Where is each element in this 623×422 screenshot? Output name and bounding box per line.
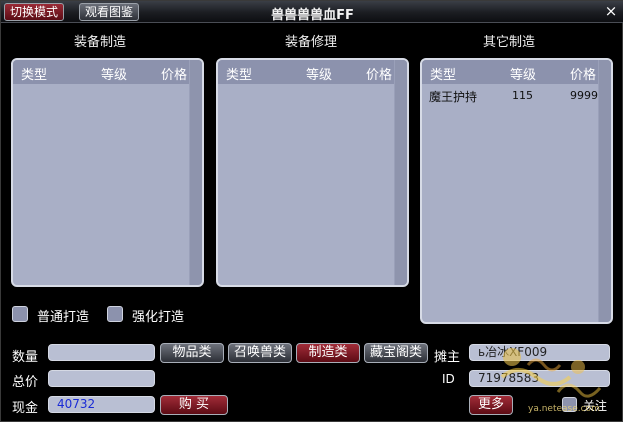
watermark-graphic: ya.netease.com [500, 348, 602, 414]
list-item[interactable]: 魔王护持 115 9999 [422, 86, 598, 106]
buy-button[interactable]: 购 买 [160, 395, 228, 415]
quantity-field[interactable] [48, 344, 155, 361]
section-title-other-make: 其它制造 [482, 35, 535, 50]
scrollbar[interactable] [598, 60, 611, 322]
header-level: 等级 [510, 68, 537, 83]
other-make-list[interactable]: 类型 等级 价格 魔王护持 115 9999 [420, 58, 613, 324]
items-category-button[interactable]: 物品类 [160, 343, 224, 363]
scrollbar[interactable] [189, 60, 202, 285]
list-header: 类型 等级 价格 [218, 60, 407, 84]
header-price: 价格 [366, 68, 393, 83]
quantity-label: 数量 [12, 350, 39, 365]
summon-category-button[interactable]: 召唤兽类 [228, 343, 292, 363]
owner-label: 摊主 [434, 350, 461, 365]
cash-field: 40732 [48, 396, 155, 413]
id-label: ID [442, 372, 455, 386]
equip-make-list[interactable]: 类型 等级 价格 [11, 58, 204, 287]
enhanced-forge-checkbox[interactable] [107, 306, 123, 322]
window-title: 兽兽兽兽血FF [271, 8, 354, 23]
item-price: 9999 [570, 89, 598, 102]
total-label: 总价 [12, 375, 39, 390]
item-level: 115 [512, 89, 533, 102]
normal-forge-label: 普通打造 [37, 310, 90, 325]
close-icon[interactable]: × [604, 3, 618, 19]
item-type: 魔王护持 [429, 90, 478, 104]
header-level: 等级 [306, 68, 333, 83]
header-level: 等级 [101, 68, 128, 83]
craft-category-button[interactable]: 制造类 [296, 343, 360, 363]
header-type: 类型 [430, 68, 457, 83]
cash-label: 现金 [12, 401, 39, 416]
header-price: 价格 [161, 68, 188, 83]
list-header: 类型 等级 价格 [13, 60, 202, 84]
header-type: 类型 [21, 68, 48, 83]
section-title-equip-make: 装备制造 [73, 35, 126, 50]
stall-window: 切换模式 观看图鉴 兽兽兽兽血FF × 装备制造 装备修理 其它制造 类型 等级… [0, 0, 623, 422]
watermark-text: ya.netease.com [528, 404, 600, 414]
site-watermark-logo: ya.netease.com [498, 337, 608, 415]
header-type: 类型 [226, 68, 253, 83]
treasure-category-button[interactable]: 藏宝阁类 [364, 343, 428, 363]
list-header: 类型 等级 价格 [422, 60, 611, 84]
normal-forge-checkbox[interactable] [12, 306, 28, 322]
scrollbar[interactable] [394, 60, 407, 285]
header-price: 价格 [570, 68, 597, 83]
section-title-equip-repair: 装备修理 [284, 35, 337, 50]
equip-repair-list[interactable]: 类型 等级 价格 [216, 58, 409, 287]
enhanced-forge-label: 强化打造 [132, 310, 185, 325]
total-field [48, 370, 155, 387]
title-bar: 切换模式 观看图鉴 兽兽兽兽血FF × [1, 1, 623, 23]
